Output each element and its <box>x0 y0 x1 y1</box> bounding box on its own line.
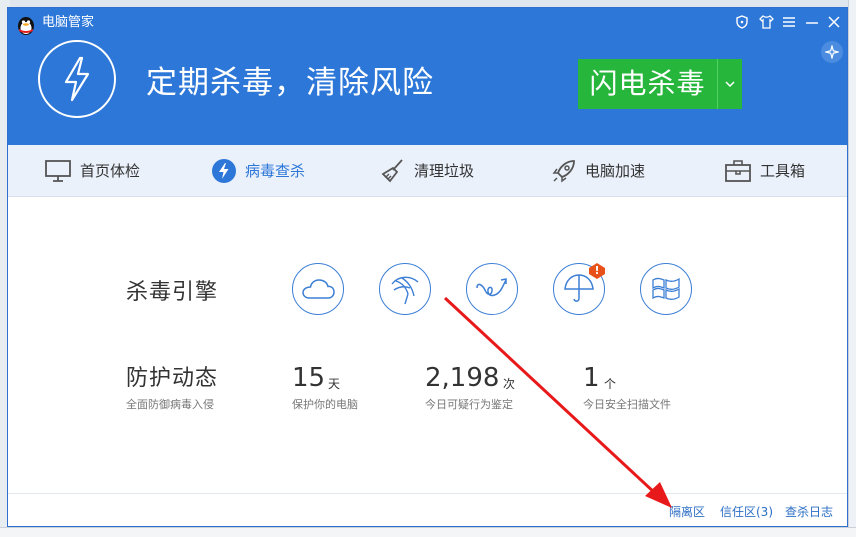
rocket-icon <box>552 159 575 182</box>
stat-days-unit: 天 <box>328 377 341 391</box>
hamburger-menu-icon <box>783 17 795 27</box>
tab-label: 电脑加速 <box>585 162 646 180</box>
protection-label: 防护动态 <box>126 366 219 391</box>
windows-engine-button[interactable] <box>640 263 692 315</box>
sparkle-icon <box>825 45 839 59</box>
stat-checks-value: 2,198 <box>425 363 500 393</box>
chevron-down-icon <box>725 81 735 87</box>
close-icon <box>828 16 840 28</box>
close-button[interactable] <box>825 13 843 31</box>
fan-engine-icon <box>391 276 419 305</box>
scan-log-link[interactable]: 查杀日志 <box>785 503 833 520</box>
cloud-engine-icon <box>302 279 335 299</box>
stat-days-value: 15 <box>292 363 326 393</box>
flash-scan-button[interactable]: 闪电杀毒 <box>578 59 742 109</box>
stat-files-value: 1 <box>583 363 600 393</box>
tab-toolbox[interactable]: 工具箱 <box>724 145 805 196</box>
shirt-icon <box>758 15 774 29</box>
lightning-emblem <box>38 40 116 118</box>
annotation-arrow-head <box>645 482 672 508</box>
protection-sublabel: 全面防御病毒入侵 <box>126 398 214 411</box>
tab-speed-up[interactable]: 电脑加速 <box>551 145 645 196</box>
stat-files-unit: 个 <box>604 377 617 391</box>
shield-icon <box>736 15 748 29</box>
background-window-right <box>848 0 856 536</box>
tab-label: 清理垃圾 <box>414 162 475 180</box>
toolbox-icon <box>725 159 751 182</box>
quarantine-link[interactable]: 隔离区 <box>669 503 705 520</box>
stat-files-desc: 今日安全扫描文件 <box>583 398 671 411</box>
stat-checks-unit: 次 <box>503 377 516 391</box>
headline: 定期杀毒，清除风险 <box>146 65 434 101</box>
flash-scan-label: 闪电杀毒 <box>589 67 706 100</box>
sparkle-button[interactable] <box>821 41 843 63</box>
tab-home-checkup[interactable]: 首页体检 <box>44 145 140 196</box>
spiral-engine-icon <box>476 278 507 297</box>
tab-label: 首页体检 <box>80 162 141 180</box>
spiral-engine-button[interactable] <box>466 263 518 315</box>
fan-engine-button[interactable] <box>379 263 431 315</box>
windows-engine-icon <box>652 277 680 301</box>
broom-icon <box>381 158 403 182</box>
trusted-zone-link[interactable]: 信任区(3) <box>720 503 773 520</box>
header: 电脑管家 定期杀毒，清除风险 闪电杀毒 <box>8 8 847 145</box>
app-title: 电脑管家 <box>42 15 95 30</box>
footer-divider <box>8 493 847 494</box>
shield-button[interactable] <box>733 13 751 31</box>
tab-virus-scan[interactable]: 病毒查杀 <box>211 145 305 196</box>
minimize-button[interactable] <box>803 13 821 31</box>
scan-options-dropdown[interactable] <box>717 59 742 109</box>
tab-label: 工具箱 <box>760 162 806 180</box>
monitor-icon <box>45 159 71 182</box>
skin-button[interactable] <box>757 13 775 31</box>
lightning-tab-icon <box>212 158 236 183</box>
tab-label: 病毒查杀 <box>245 162 306 180</box>
alert-badge-text: ! <box>594 264 600 277</box>
tab-clean-junk[interactable]: 清理垃圾 <box>380 145 474 196</box>
lightning-icon <box>64 56 90 102</box>
stat-checks-desc: 今日可疑行为鉴定 <box>425 398 513 411</box>
main-tabs: 首页体检 病毒查杀 清理垃圾 电脑加速 工具箱 <box>8 145 847 197</box>
engines-label: 杀毒引擎 <box>126 280 219 305</box>
cloud-engine-button[interactable] <box>292 263 344 315</box>
pc-manager-window: 电脑管家 定期杀毒，清除风险 闪电杀毒 首页体检 病毒查杀 清理垃圾 电脑加速 … <box>7 7 848 527</box>
menu-button[interactable] <box>780 13 798 31</box>
minimize-icon <box>806 22 818 24</box>
stat-days-desc: 保护你的电脑 <box>292 398 358 411</box>
qq-penguin-logo-icon <box>18 17 34 35</box>
